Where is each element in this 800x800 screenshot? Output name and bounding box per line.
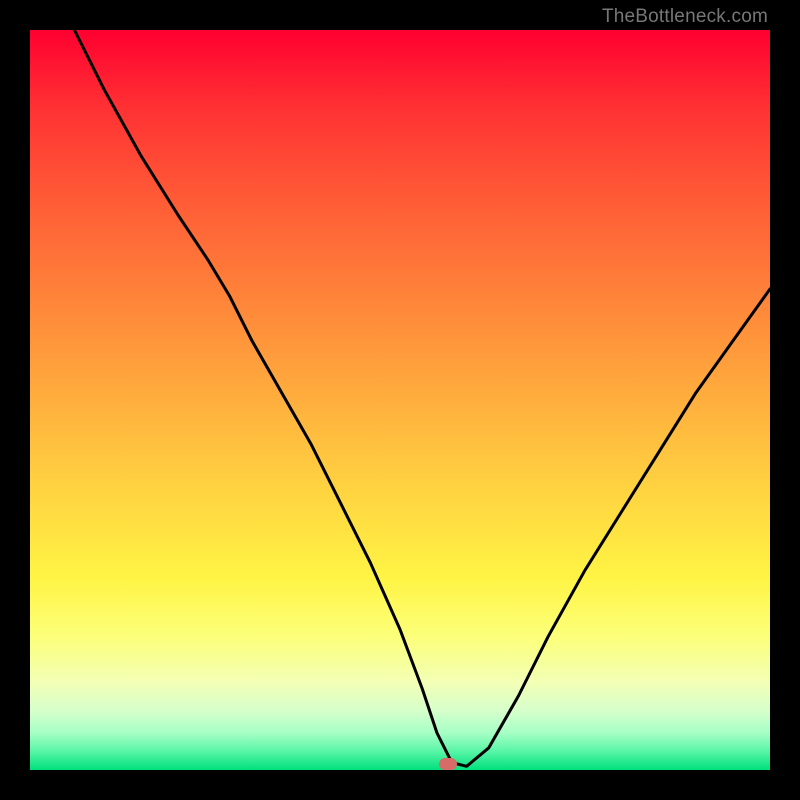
watermark-text: TheBottleneck.com <box>602 6 768 28</box>
optimum-marker <box>439 758 457 770</box>
curve-layer <box>30 30 770 770</box>
bottleneck-curve <box>74 30 770 766</box>
chart-frame: TheBottleneck.com <box>0 0 800 800</box>
plot-area <box>30 30 770 770</box>
